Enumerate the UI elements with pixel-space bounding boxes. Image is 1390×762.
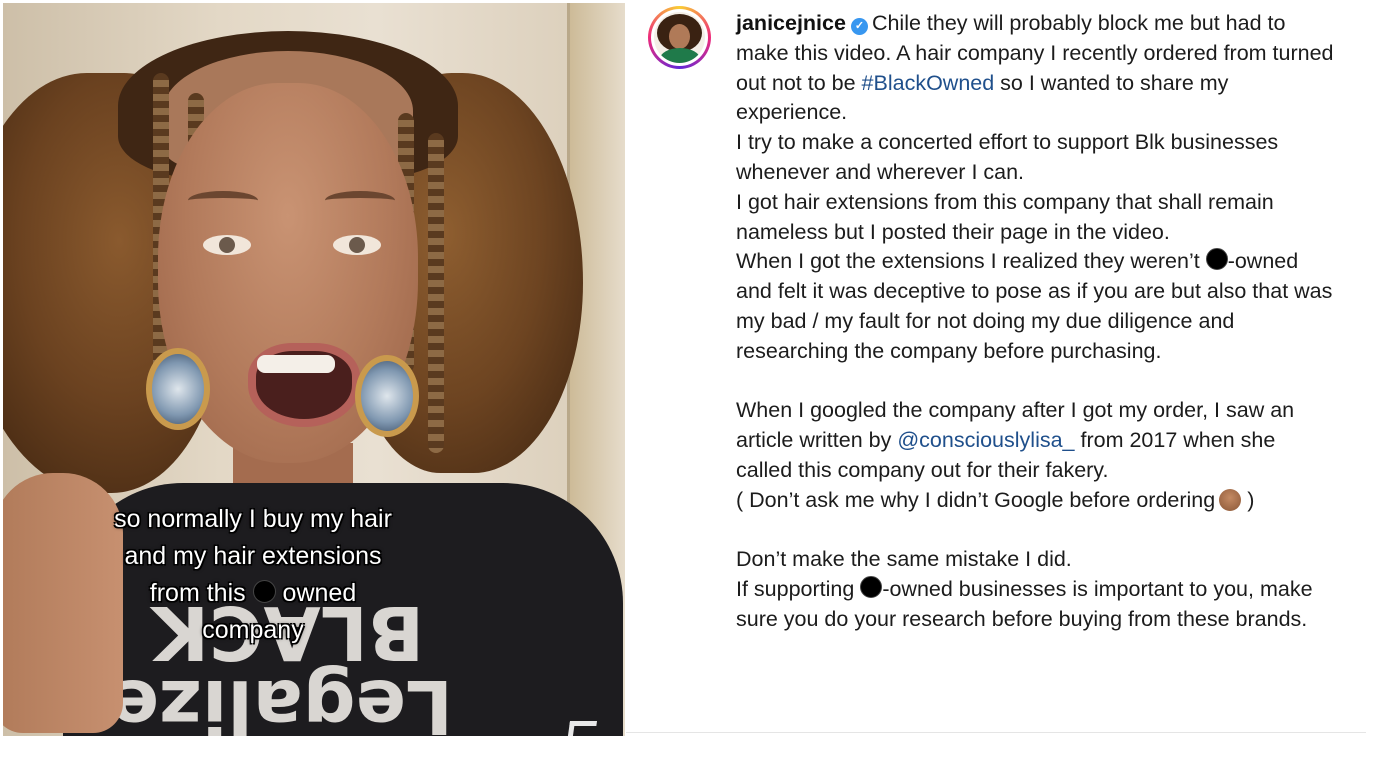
username-link[interactable]: janicejnice	[736, 11, 846, 35]
post-caption: janicejnice ✓ Chile they will probably blo…	[736, 9, 1336, 635]
eyebrow-right	[325, 191, 395, 210]
caption-note-end: )	[1247, 487, 1255, 512]
black-circle-emoji-icon	[860, 576, 883, 599]
caption-paragraph-1: janicejnice ✓ Chile they will probably blo…	[736, 9, 1336, 128]
caption-line: and my hair extensions	[124, 542, 382, 570]
caption-p3-start: If supporting	[736, 577, 855, 602]
avatar-face	[669, 24, 690, 49]
caption-line-3: I got hair extensions from this company …	[736, 189, 1274, 244]
mention-link[interactable]: @consciouslylisa_	[897, 428, 1074, 452]
caption-p3-line1: Don’t make the same mistake I did.	[736, 547, 1072, 572]
tiktok-logo-icon	[565, 721, 598, 736]
verified-badge-icon: ✓	[850, 18, 868, 35]
hashtag-link[interactable]: #BlackOwned	[862, 71, 995, 95]
caption-note-text: ( Don’t ask me why I didn’t Google befor…	[736, 487, 1216, 512]
caption-line-4-start: When I got the extensions I realized the…	[736, 249, 1200, 274]
caption-paragraph-2: When I googled the company after I got m…	[736, 396, 1336, 485]
braid	[428, 133, 444, 453]
avatar-body	[660, 48, 700, 63]
caption-line-4: When I got the extensions I realized the…	[736, 247, 1336, 366]
facepalm-emoji-icon	[1219, 488, 1242, 511]
earring-right	[355, 355, 419, 437]
caption-paragraph-3: If supporting -owned businesses is impor…	[736, 575, 1336, 635]
video-caption: so normally I buy my hair and my hair ex…	[63, 501, 443, 649]
caption-text: from this	[149, 579, 246, 607]
eye-left	[203, 235, 251, 255]
eye-right	[333, 235, 381, 255]
eyebrow-left	[188, 191, 258, 210]
caption-line: so normally I buy my hair	[114, 505, 392, 533]
caption-note: ( Don’t ask me why I didn’t Google befor…	[736, 486, 1336, 516]
caption-text: owned	[282, 579, 357, 607]
avatar[interactable]	[654, 12, 705, 63]
earring-left	[146, 348, 210, 430]
divider	[626, 732, 1366, 733]
black-circle-emoji-icon	[252, 580, 276, 603]
avatar-border	[651, 9, 708, 66]
caption-line-2: I try to make a concerted effort to supp…	[736, 130, 1279, 184]
caption-line: company	[202, 616, 304, 644]
caption-line: from this owned	[63, 575, 443, 612]
video-frame[interactable]: Legalize BLACK so normally I buy my hair…	[3, 3, 625, 736]
black-circle-emoji-icon	[1205, 248, 1228, 271]
story-ring[interactable]	[648, 6, 711, 69]
teeth	[257, 355, 335, 373]
